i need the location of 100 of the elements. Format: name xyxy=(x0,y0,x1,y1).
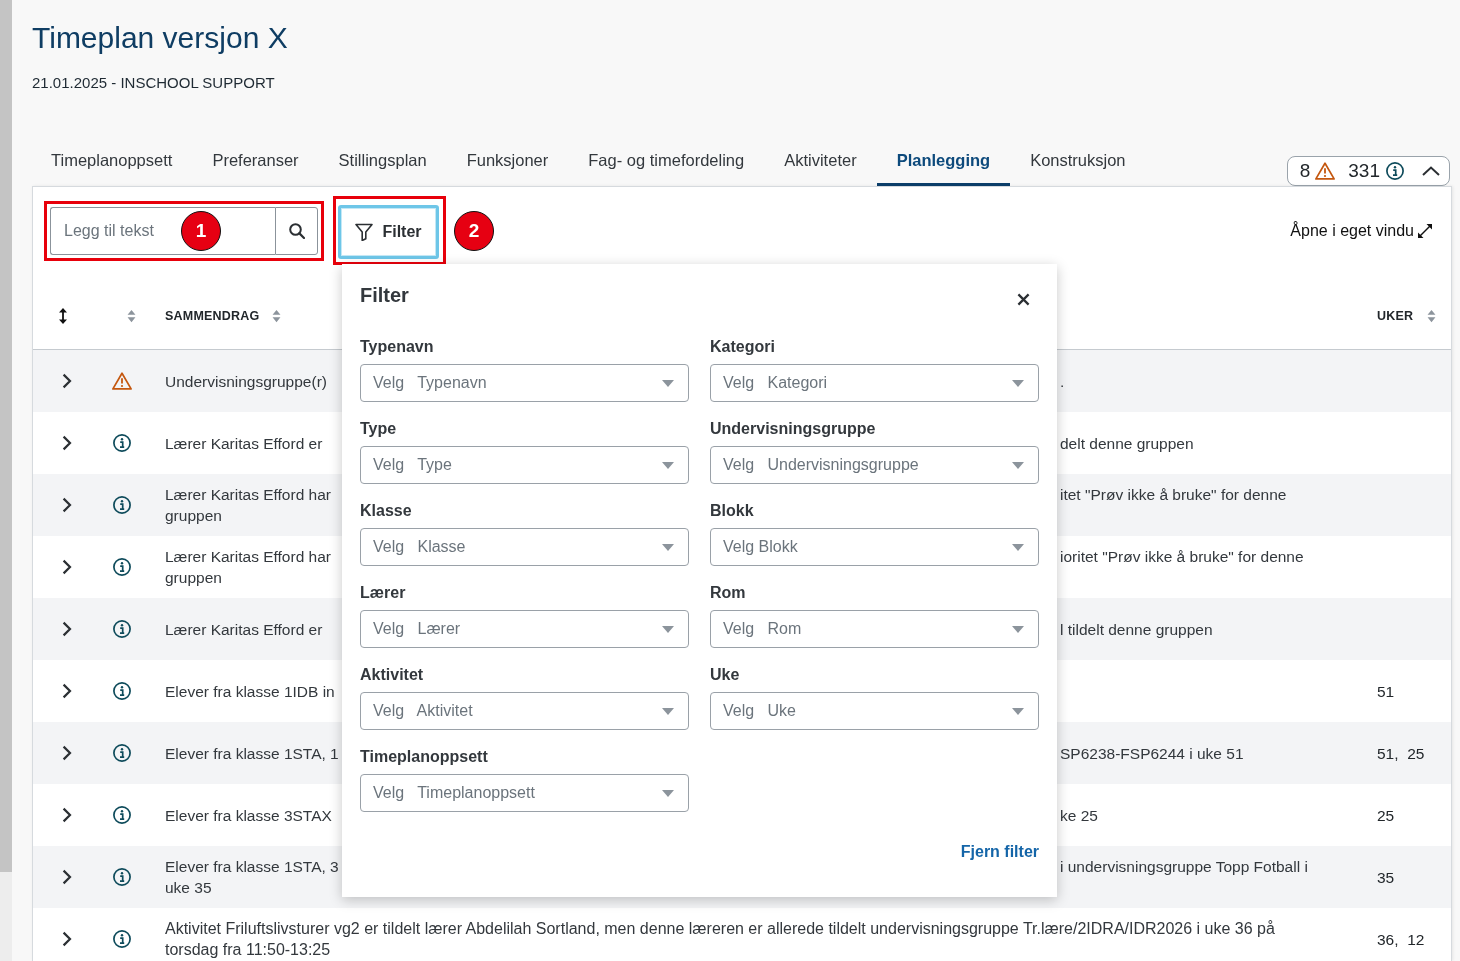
caret-down-icon xyxy=(662,625,674,633)
field-label: Aktivitet xyxy=(360,665,424,685)
dropdown[interactable]: Velg Rom xyxy=(710,610,1039,648)
chevron-right-icon[interactable] xyxy=(62,807,72,823)
field-label: Timeplanoppsett xyxy=(360,747,488,767)
summary-text: Undervisningsgruppe(r) xyxy=(165,371,327,392)
sort-triangles-icon[interactable] xyxy=(272,308,282,323)
chevron-right-icon[interactable] xyxy=(62,435,72,451)
popup-title: Filter xyxy=(360,283,409,308)
dropdown[interactable]: Velg Blokk xyxy=(710,528,1039,566)
summary-text: i undervisningsgruppe Topp Fotball i xyxy=(1060,857,1308,877)
chevron-right-icon[interactable] xyxy=(62,745,72,761)
dropdown[interactable]: Velg Typenavn xyxy=(360,364,689,402)
summary-text: delt denne gruppen xyxy=(1060,433,1194,454)
caret-down-icon xyxy=(1012,461,1024,469)
dropdown[interactable]: Velg Undervisningsgruppe xyxy=(710,446,1039,484)
field-label: Klasse xyxy=(360,501,412,521)
info-icon xyxy=(113,744,131,762)
summary-text: l tildelt denne gruppen xyxy=(1060,619,1213,640)
diagonal-arrows-icon xyxy=(1417,222,1433,239)
caret-down-icon xyxy=(662,379,674,387)
open-window-link[interactable]: Åpne i eget vindu xyxy=(1290,220,1433,241)
warning-count: 8 xyxy=(1299,160,1311,182)
dropdown[interactable]: Velg Klasse xyxy=(360,528,689,566)
scrollbar-thumb[interactable] xyxy=(0,0,12,872)
summary-text: Elever fra klasse 1STA, 1 xyxy=(165,743,339,764)
tab[interactable]: Konstruksjon xyxy=(1010,140,1146,186)
warning-icon xyxy=(1315,162,1336,180)
summary-text: ioritet "Prøv ikke å bruke" for denne xyxy=(1060,547,1304,567)
field-label: Kategori xyxy=(710,337,775,357)
chevron-right-icon[interactable] xyxy=(62,497,72,513)
summary-text: . xyxy=(1060,371,1065,392)
warning-icon xyxy=(112,372,132,390)
summary-text: SP6238-FSP6244 i uke 51 xyxy=(1060,743,1244,764)
tab[interactable]: Preferanser xyxy=(192,140,319,186)
search-button[interactable] xyxy=(275,206,318,255)
caret-down-icon xyxy=(1012,625,1024,633)
chevron-right-icon[interactable] xyxy=(62,621,72,637)
summary-text: Lærer Karitas Efford har gruppen xyxy=(165,547,331,588)
caret-down-icon xyxy=(662,461,674,469)
info-icon xyxy=(113,496,131,514)
info-icon xyxy=(113,558,131,576)
field-label: Blokk xyxy=(710,501,754,521)
caret-down-icon xyxy=(1012,379,1024,387)
chevron-right-icon[interactable] xyxy=(62,869,72,885)
chevron-right-icon[interactable] xyxy=(62,559,72,575)
clear-filter-link[interactable]: Fjern filter xyxy=(960,842,1039,862)
summary-text: itet "Prøv ikke å bruke" for denne xyxy=(1060,485,1287,505)
weeks-text: 51 xyxy=(1377,682,1395,700)
funnel-icon xyxy=(355,223,374,241)
summary-text: Elever fra klasse 3STAX xyxy=(165,805,332,826)
chevron-right-icon[interactable] xyxy=(62,373,72,389)
page-subtitle: 21.01.2025 - INSCHOOL SUPPORT xyxy=(32,73,275,93)
sort-triangles-icon[interactable] xyxy=(127,308,136,323)
dropdown[interactable]: Velg Type xyxy=(360,446,689,484)
info-icon xyxy=(113,434,131,452)
chevron-right-icon[interactable] xyxy=(62,683,72,699)
dropdown[interactable]: Velg Lærer xyxy=(360,610,689,648)
caret-down-icon xyxy=(1012,543,1024,551)
info-icon xyxy=(113,682,131,700)
close-icon[interactable] xyxy=(1017,292,1030,306)
field-label: Uke xyxy=(710,665,740,685)
info-icon xyxy=(1386,162,1404,180)
info-icon xyxy=(113,806,131,824)
dropdown[interactable]: Velg Kategori xyxy=(710,364,1039,402)
weeks-text: 35 xyxy=(1377,868,1395,886)
column-header[interactable]: UKER xyxy=(1377,308,1414,323)
field-label: Type xyxy=(360,419,397,439)
dropdown[interactable]: Velg Aktivitet xyxy=(360,692,689,730)
summary-text: Lærer Karitas Efford er xyxy=(165,619,323,640)
summary-text: Lærer Karitas Efford har gruppen xyxy=(165,485,331,526)
caret-down-icon xyxy=(662,707,674,715)
summary-text: Elever fra klasse 1IDB in xyxy=(165,681,335,702)
info-icon xyxy=(113,930,131,948)
step-marker: 2 xyxy=(454,210,494,251)
info-icon xyxy=(113,868,131,886)
weeks-text: 51, 25 xyxy=(1377,744,1425,762)
caret-up-icon[interactable] xyxy=(1422,166,1440,176)
weeks-text: 25 xyxy=(1377,806,1395,824)
tab[interactable]: Stillingsplan xyxy=(318,140,447,186)
summary-text: Elever fra klasse 1STA, 3 uke 35 xyxy=(165,857,339,898)
info-icon xyxy=(113,620,131,638)
field-label: Undervisningsgruppe xyxy=(710,419,876,439)
weeks-text: 36, 12 xyxy=(1377,930,1425,948)
dropdown[interactable]: Velg Uke xyxy=(710,692,1039,730)
tab[interactable]: Aktiviteter xyxy=(764,140,877,186)
tab[interactable]: Funksjoner xyxy=(446,140,569,186)
dropdown[interactable]: Velg Timeplanoppsett xyxy=(360,774,689,812)
filter-button[interactable]: Filter xyxy=(338,205,439,259)
chevron-right-icon[interactable] xyxy=(62,931,72,947)
summary-text: Aktivitet Friluftslivsturer vg2 er tildelt lærer Abdelilah Sortland, men denne læreren er allerede tildelt undervisningsgruppe Tr.lære/2IDRA/IDR2026 i uke 36 på torsdag fra 11:50-13:25 xyxy=(165,919,1276,960)
field-label: Lærer xyxy=(360,583,406,603)
up-down-arrow-icon[interactable] xyxy=(58,307,68,324)
sort-triangles-icon[interactable] xyxy=(1427,308,1437,323)
column-header[interactable]: SAMMENDRAG xyxy=(165,308,260,323)
page-title: Timeplan versjon X xyxy=(32,20,288,56)
tab[interactable]: Timeplanoppsett xyxy=(31,140,193,186)
issue-summary-toggle[interactable]: 8 331 xyxy=(1286,156,1450,186)
tab[interactable]: Fag- og timefordeling xyxy=(568,140,765,186)
info-count: 331 xyxy=(1348,160,1380,182)
